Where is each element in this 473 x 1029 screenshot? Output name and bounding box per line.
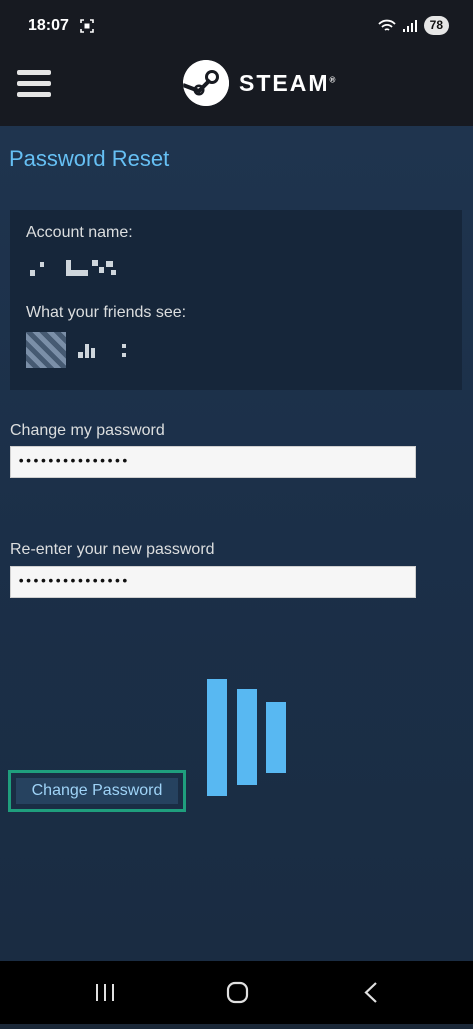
app-header: STEAM® [0,52,473,126]
account-name-label: Account name: [26,224,133,241]
home-icon [226,981,249,1004]
steam-logo-icon [183,60,229,106]
steam-wordmark: STEAM® [239,69,338,96]
friends-see-label: What your friends see: [26,304,187,321]
steam-logo: STEAM® [183,60,337,106]
page-title: Password Reset [9,146,170,171]
change-password-highlight: Change Password [8,770,186,812]
change-password-button[interactable]: Change Password [16,778,178,804]
recents-button[interactable] [75,961,135,1024]
wifi-icon [377,19,396,31]
battery-indicator: 78 [423,16,449,35]
back-button[interactable] [340,961,400,1024]
status-time: 18:07 [28,17,69,34]
system-nav-bar [0,961,473,1024]
account-info-panel: Account name: What your friends see: [10,210,462,390]
reenter-password-input[interactable] [10,566,416,598]
main-content: Password Reset Account name: What your f… [0,126,473,961]
hamburger-menu-icon[interactable] [17,70,51,100]
home-button[interactable] [207,961,267,1024]
avatar [26,332,66,368]
recents-icon [96,984,114,1001]
signal-icon [402,19,417,32]
status-bar: 18:07 78 [0,0,473,52]
change-password-label: Change my password [10,422,165,439]
screenshot-icon [80,19,94,33]
new-password-input[interactable] [10,446,416,478]
reenter-password-label: Re-enter your new password [10,541,215,558]
back-icon [364,982,377,1003]
